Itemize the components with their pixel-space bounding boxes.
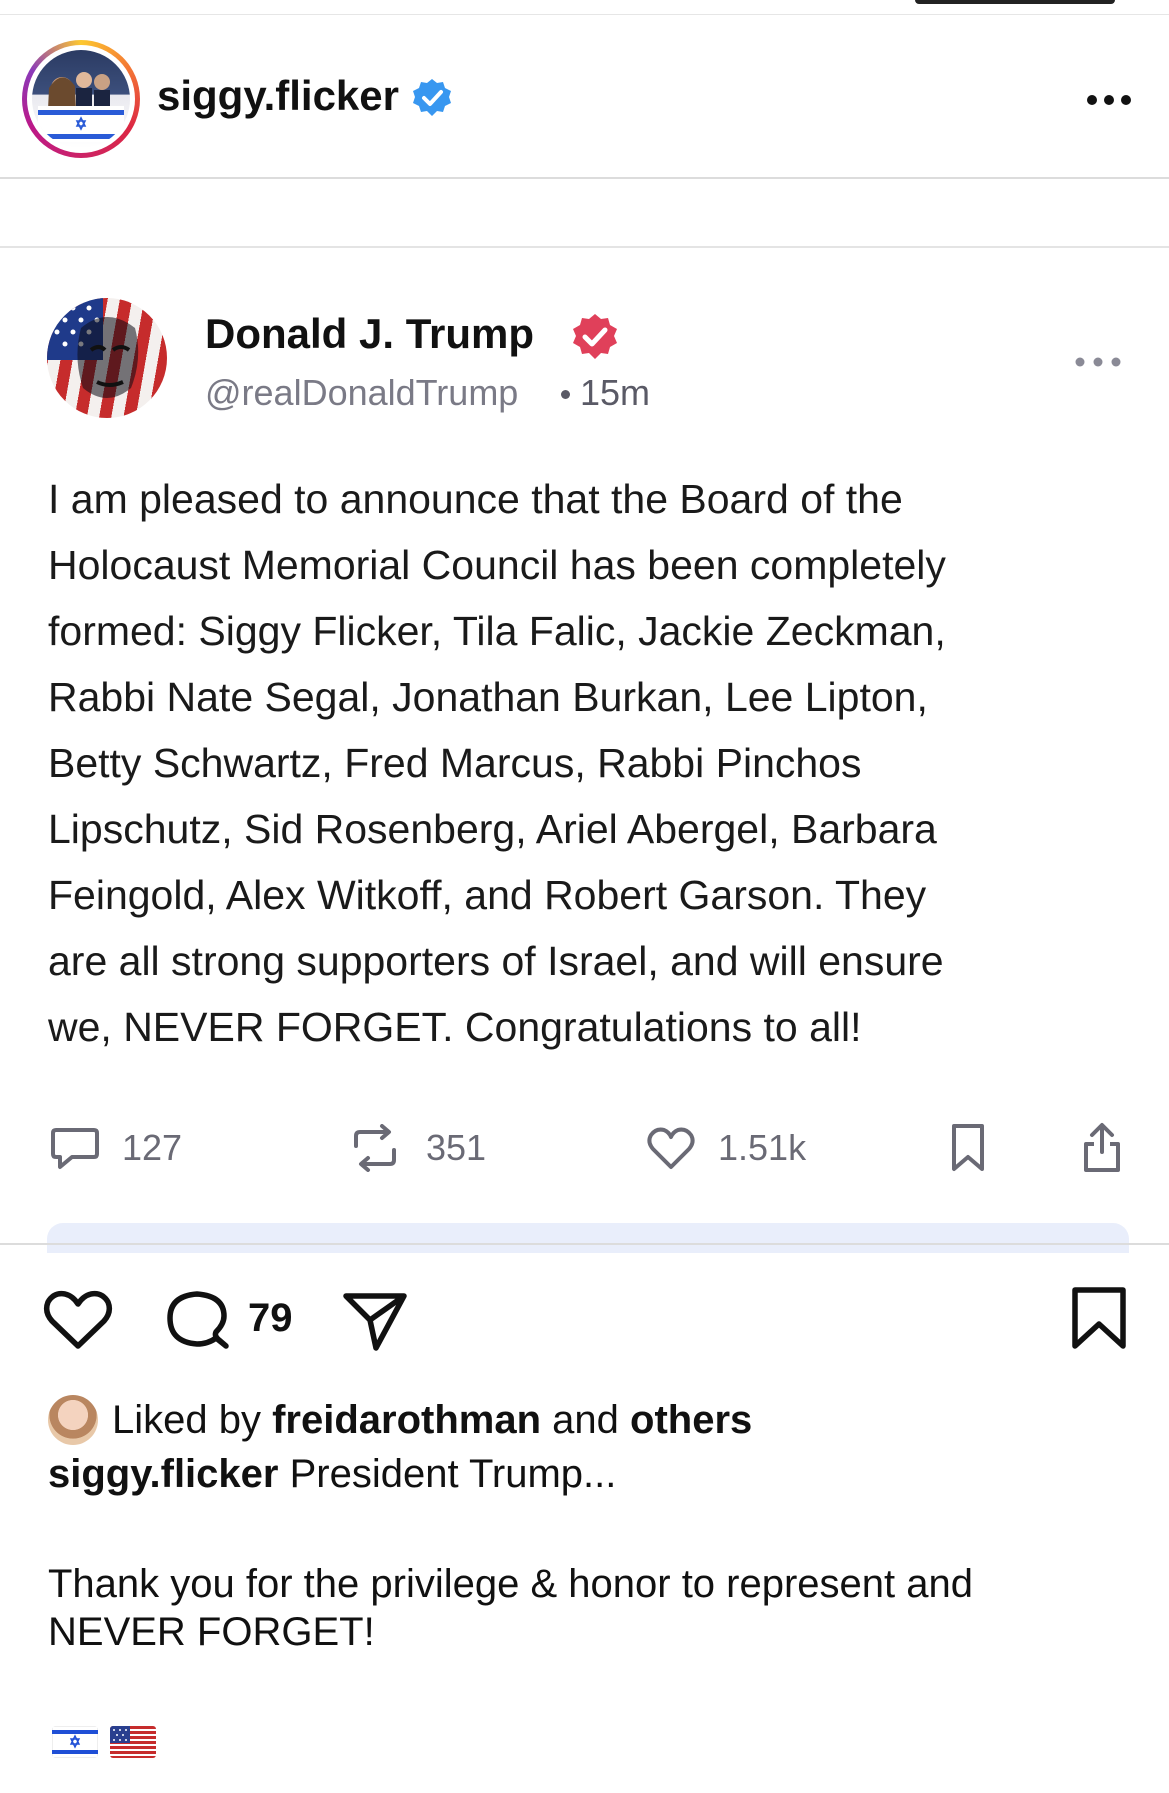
share-icon (1084, 1123, 1120, 1172)
liker-avatar (48, 1395, 98, 1445)
body-line: are all strong supporters of Israel, and… (48, 938, 944, 984)
liked-by-others[interactable]: others (630, 1398, 752, 1443)
share-stat (1080, 1118, 1124, 1178)
embedded-more-icon (1075, 357, 1121, 367)
embedded-author-handle: @realDonaldTrump (205, 372, 519, 413)
embedded-post-card: Donald J. Trump @realDonaldTrump 15m I a… (0, 248, 1169, 1253)
body-line: Lipschutz, Sid Rosenberg, Ariel Abergel,… (48, 806, 937, 852)
reply-stat: 127 (50, 1118, 182, 1178)
retruth-stat: 351 (346, 1118, 486, 1178)
body-line: Betty Schwartz, Fred Marcus, Rabbi Pinch… (48, 740, 862, 786)
bookmark-outline-icon (952, 1124, 984, 1171)
liked-by-prefix: Liked by (112, 1397, 261, 1442)
bookmark-stat (950, 1118, 986, 1178)
post-header: siggy.flicker (0, 30, 1169, 172)
save-bookmark-icon[interactable] (1070, 1286, 1128, 1352)
separator-dot (561, 390, 570, 399)
reply-icon (51, 1128, 99, 1169)
embedded-post-body: I am pleased to announce that the Board … (48, 466, 1128, 1060)
embedded-verified-badge-icon (573, 314, 617, 359)
emoji-flags (52, 1726, 156, 1758)
retruth-icon (354, 1124, 396, 1172)
share-send-icon[interactable] (342, 1290, 408, 1352)
embedded-author-name: Donald J. Trump (205, 310, 535, 357)
caption-username[interactable]: siggy.flicker (48, 1452, 278, 1496)
like-count: 1.51k (718, 1127, 807, 1168)
header-divider (0, 177, 1169, 179)
caption: siggy.flicker President Trump... (48, 1452, 616, 1497)
israel-flag-icon (52, 1726, 98, 1758)
embedded-footer-bar (47, 1223, 1129, 1253)
caption-body: Thank you for the privilege & honor to r… (48, 1560, 1128, 1656)
embedded-actions: 127 351 1.51k (0, 1118, 1169, 1178)
body-line: Feingold, Alex Witkoff, and Robert Garso… (48, 872, 927, 918)
body-line: formed: Siggy Flicker, Tila Falic, Jacki… (48, 608, 946, 654)
caption-text: President Trump... (289, 1452, 617, 1496)
post-username[interactable]: siggy.flicker (157, 72, 399, 120)
retruth-count: 351 (426, 1127, 487, 1168)
caption-line: Thank you for the privilege & honor to r… (48, 1562, 973, 1606)
comment-icon[interactable] (162, 1286, 232, 1354)
reply-count: 127 (122, 1127, 183, 1168)
heart-outline-icon (647, 1127, 695, 1169)
liker-username[interactable]: freidarothman (272, 1398, 541, 1443)
verified-check-icon (413, 79, 451, 116)
card-bottom-divider (0, 1243, 1169, 1245)
usa-flag-icon (110, 1726, 156, 1758)
embedded-author-avatar (47, 298, 167, 418)
body-line: I am pleased to announce that the Board … (48, 476, 903, 522)
body-line: Rabbi Nate Segal, Jonathan Burkan, Lee L… (48, 674, 928, 720)
liked-by-middle: and (552, 1397, 619, 1442)
like-stat: 1.51k (646, 1118, 806, 1178)
status-indicator (915, 0, 1115, 4)
like-icon[interactable] (42, 1288, 114, 1352)
embedded-post-time: 15m (580, 372, 651, 413)
profile-avatar[interactable] (22, 40, 140, 158)
body-line: we, NEVER FORGET. Congratulations to all… (48, 1004, 862, 1050)
caption-line: NEVER FORGET! (48, 1610, 375, 1654)
more-options-icon[interactable] (1084, 88, 1134, 112)
top-divider (0, 14, 1169, 15)
comment-count: 79 (248, 1296, 293, 1340)
post-actions: 79 (0, 1280, 1169, 1360)
liked-by-row[interactable]: Liked by freidarothman and others (48, 1394, 752, 1446)
body-line: Holocaust Memorial Council has been comp… (48, 542, 946, 588)
